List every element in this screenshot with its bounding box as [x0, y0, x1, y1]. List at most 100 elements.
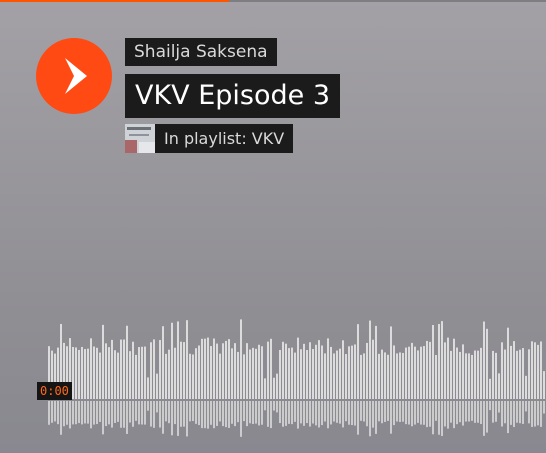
- waveform-reflection-bar: [405, 401, 407, 425]
- waveform-reflection-bar: [90, 401, 92, 429]
- waveform-bar: [399, 352, 401, 399]
- waveform-reflection-bar: [57, 401, 59, 425]
- waveform-reflection-bar: [420, 401, 422, 425]
- waveform-reflection-bar: [360, 401, 362, 421]
- waveform-reflection-bar: [468, 401, 470, 422]
- waveform-reflection-bar: [114, 401, 116, 423]
- waveform-bar: [87, 348, 89, 399]
- waveform-bar: [351, 345, 353, 399]
- waveform-reflection-bar: [120, 401, 122, 428]
- waveform-bar: [483, 321, 485, 399]
- waveform-reflection-bar: [534, 401, 536, 427]
- waveform-bar: [255, 348, 257, 399]
- waveform-bar: [315, 344, 317, 399]
- waveform-bar: [201, 338, 203, 399]
- waveform-reflection-bar: [147, 401, 149, 411]
- waveform-reflection-bar: [480, 401, 482, 425]
- waveform-bar: [534, 342, 536, 399]
- waveform-reflection-bar: [465, 401, 467, 422]
- waveform-reflection-bar: [165, 401, 167, 422]
- waveform-bar: [75, 347, 77, 399]
- waveform-seek-bar[interactable]: [0, 300, 546, 453]
- waveform-reflection-bar: [381, 401, 383, 424]
- waveform-bar: [102, 324, 104, 399]
- waveform-bar: [513, 341, 515, 399]
- waveform-reflection-bar: [483, 401, 485, 436]
- waveform-bar: [150, 342, 152, 399]
- waveform-reflection-bar: [426, 401, 428, 428]
- waveform-reflection-bar: [462, 401, 464, 426]
- waveform-bar: [405, 347, 407, 399]
- waveform-bar: [414, 346, 416, 399]
- waveform-reflection-bar: [156, 401, 158, 413]
- playlist-link[interactable]: In playlist: VKV: [125, 124, 294, 153]
- waveform-reflection-bar: [369, 401, 371, 437]
- waveform-reflection-bar: [537, 401, 539, 426]
- waveform-bar: [360, 354, 362, 399]
- waveform-reflection-bar: [291, 401, 293, 425]
- waveform-reflection-bar: [543, 401, 545, 414]
- waveform-reflection-bar: [75, 401, 77, 425]
- artist-name-link[interactable]: Shailja Saksena: [125, 38, 277, 66]
- waveform-bar: [189, 353, 191, 399]
- playlist-label: In playlist: VKV: [155, 124, 294, 153]
- waveform-bar: [156, 373, 158, 399]
- waveform-bar: [111, 339, 113, 399]
- waveform-bar: [123, 339, 125, 399]
- waveform-reflection-bar: [336, 401, 338, 423]
- waveform-reflection-bar: [486, 401, 488, 433]
- waveform-bar: [114, 350, 116, 399]
- track-title-link[interactable]: VKV Episode 3: [125, 74, 341, 118]
- waveform-graphic: [48, 319, 545, 437]
- waveform-bar: [477, 350, 479, 399]
- waveform-reflection-bar: [450, 401, 452, 423]
- waveform-bar: [270, 338, 272, 399]
- waveform-bar: [147, 377, 149, 399]
- waveform-reflection-bar: [525, 401, 527, 412]
- waveform-reflection-bar: [495, 401, 497, 422]
- waveform-bar: [162, 326, 164, 399]
- waveform-reflection-bar: [447, 401, 449, 429]
- waveform-bar: [261, 346, 263, 399]
- waveform-bar: [243, 354, 245, 399]
- waveform-bar: [234, 343, 236, 399]
- waveform-reflection-bar: [342, 401, 344, 428]
- waveform-reflection-bar: [294, 401, 296, 422]
- waveform-reflection-bar: [312, 401, 314, 424]
- waveform-reflection-bar: [519, 401, 521, 424]
- waveform-reflection-bar: [249, 401, 251, 424]
- waveform-reflection-bar: [270, 401, 272, 429]
- waveform-reflection-bar: [408, 401, 410, 425]
- waveform-bar: [141, 346, 143, 399]
- waveform-bar: [408, 346, 410, 399]
- waveform-bar: [462, 344, 464, 399]
- waveform-bar: [135, 354, 137, 399]
- waveform-bar: [132, 341, 134, 399]
- waveform-reflection-bar: [357, 401, 359, 435]
- waveform-bar: [273, 377, 275, 399]
- waveform-reflection-bar: [417, 401, 419, 423]
- waveform-reflection-bar: [432, 401, 434, 435]
- waveform-bar: [411, 342, 413, 399]
- waveform-bar: [192, 354, 194, 399]
- waveform-bar: [195, 348, 197, 399]
- waveform-bar: [129, 351, 131, 399]
- waveform-reflection-bar: [141, 401, 143, 425]
- waveform-bar: [249, 349, 251, 399]
- waveform-bar: [168, 349, 170, 399]
- waveform-bar: [186, 320, 188, 399]
- waveform-bar: [474, 350, 476, 399]
- waveform-bar: [504, 349, 506, 399]
- waveform-reflection-bar: [261, 401, 263, 425]
- waveform-bar: [510, 345, 512, 399]
- waveform-reflection-bar: [516, 401, 518, 423]
- waveform-reflection-bar: [243, 401, 245, 422]
- waveform-bar: [159, 340, 161, 399]
- play-button[interactable]: [36, 38, 112, 114]
- waveform-reflection-bar: [396, 401, 398, 422]
- waveform-bar: [426, 340, 428, 399]
- waveform-reflection-bar: [255, 401, 257, 424]
- waveform-bar: [525, 375, 527, 399]
- waveform-bar: [279, 349, 281, 399]
- waveform-reflection-bar: [192, 401, 194, 422]
